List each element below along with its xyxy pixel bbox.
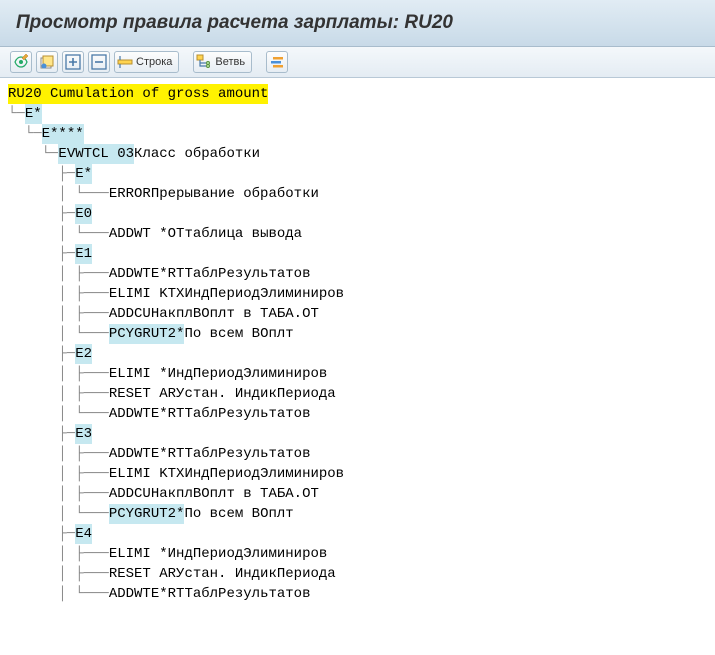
tree-leaf[interactable]: │ ├───RESET AR Устан. ИндикПериода bbox=[8, 564, 715, 584]
tree-node[interactable]: ├─E 3 bbox=[8, 424, 715, 444]
stroka-label: Строка bbox=[136, 56, 172, 68]
tree-node[interactable]: ├─E 4 bbox=[8, 524, 715, 544]
tree-leaf[interactable]: │ ├───ADDWTE* RT ТаблРезультатов bbox=[8, 264, 715, 284]
tree-node[interactable]: └─E VWTCL 03 Класс обработки bbox=[8, 144, 715, 164]
tree-leaf[interactable]: │ └───ADDWTE* RT ТаблРезультатов bbox=[8, 404, 715, 424]
other-object-button[interactable] bbox=[36, 51, 58, 73]
toggle-display-change-button[interactable] bbox=[10, 51, 32, 73]
tree-leaf[interactable]: │ ├───ADDCU НакплВОплт в ТАБА.ОТ bbox=[8, 484, 715, 504]
vetv-label: Ветвь bbox=[215, 56, 245, 68]
tree-content: RU20 Cumulation of gross amount └─E * └─… bbox=[0, 78, 715, 604]
tree-leaf[interactable]: │ └───ADDWTE* RT ТаблРезультатов bbox=[8, 584, 715, 604]
tree-node[interactable]: ├─E 1 bbox=[8, 244, 715, 264]
tree-node[interactable]: ├─E 0 bbox=[8, 204, 715, 224]
tree-leaf[interactable]: │ └───ERROR Прерывание обработки bbox=[8, 184, 715, 204]
tree-node[interactable]: └─E **** bbox=[8, 124, 715, 144]
tree-leaf[interactable]: │ ├───ADDCU НакплВОплт в ТАБА.ОТ bbox=[8, 304, 715, 324]
expand-all-button[interactable] bbox=[62, 51, 84, 73]
tree-leaf[interactable]: │ ├───ELIMI * ИндПериодЭлиминиров bbox=[8, 544, 715, 564]
toolbar: Строка Ветвь bbox=[0, 47, 715, 78]
tree-leaf[interactable]: │ ├───ELIMI KTX ИндПериодЭлиминиров bbox=[8, 284, 715, 304]
tree-leaf[interactable]: │ ├───ELIMI * ИндПериодЭлиминиров bbox=[8, 364, 715, 384]
stroka-button[interactable]: Строка bbox=[114, 51, 179, 73]
title-bar: Просмотр правила расчета зарплаты: RU20 bbox=[0, 0, 715, 47]
tree-leaf[interactable]: │ └───PCYGRUT2* По всем ВОплт bbox=[8, 504, 715, 524]
collapse-all-button[interactable] bbox=[88, 51, 110, 73]
tree-node[interactable]: ├─E 2 bbox=[8, 344, 715, 364]
structure-button[interactable] bbox=[266, 51, 288, 73]
tree-node[interactable]: └─E * bbox=[8, 104, 715, 124]
tree-leaf[interactable]: │ ├───ELIMI KTX ИндПериодЭлиминиров bbox=[8, 464, 715, 484]
page-title: Просмотр правила расчета зарплаты: RU20 bbox=[16, 12, 699, 34]
rule-header-row[interactable]: RU20 Cumulation of gross amount bbox=[8, 84, 715, 104]
tree-node[interactable]: ├─E * bbox=[8, 164, 715, 184]
tree-leaf[interactable]: │ ├───RESET AR Устан. ИндикПериода bbox=[8, 384, 715, 404]
tree-leaf[interactable]: │ └───ADDWT * OT таблица вывода bbox=[8, 224, 715, 244]
vetv-button[interactable]: Ветвь bbox=[193, 51, 252, 73]
tree-leaf[interactable]: │ └───PCYGRUT2* По всем ВОплт bbox=[8, 324, 715, 344]
tree-leaf[interactable]: │ ├───ADDWTE* RT ТаблРезультатов bbox=[8, 444, 715, 464]
